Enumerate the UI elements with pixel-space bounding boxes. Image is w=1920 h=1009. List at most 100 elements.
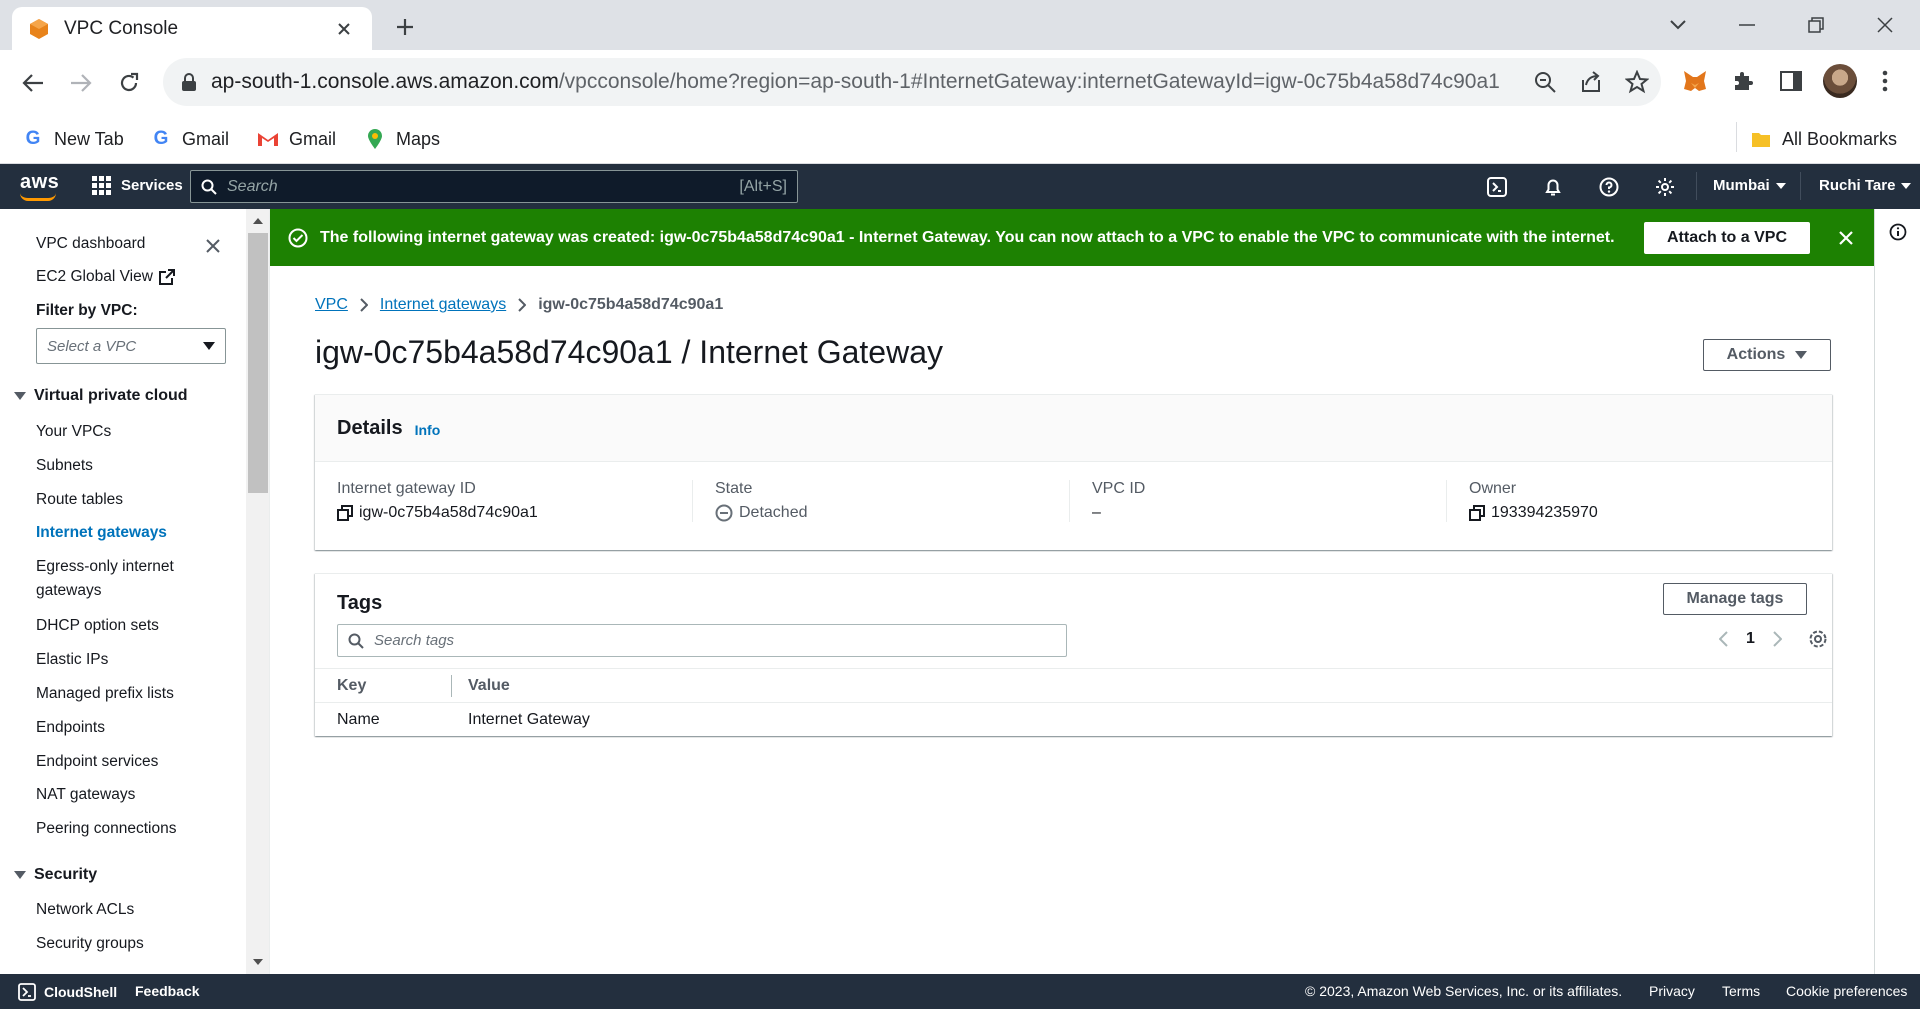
- copy-icon[interactable]: [1469, 505, 1485, 521]
- forward-icon[interactable]: [66, 68, 96, 98]
- sidebar-item-ec2-global-view[interactable]: EC2 Global View: [36, 268, 175, 286]
- browser-toolbar: ap-south-1.console.aws.amazon.com/vpccon…: [0, 50, 1920, 114]
- sidebar-item-your-vpcs[interactable]: Your VPCs: [36, 423, 111, 441]
- tags-panel: Tags Manage tags Search tags 1 Key Value…: [315, 573, 1832, 736]
- scroll-up-icon[interactable]: [252, 216, 264, 226]
- cloudshell-icon[interactable]: [1485, 175, 1509, 199]
- table-row: Name Internet Gateway: [315, 703, 1832, 737]
- column-header-key[interactable]: Key: [315, 677, 451, 695]
- cloudshell-button[interactable]: CloudShell: [18, 983, 117, 1001]
- sidebar-item-peering-connections[interactable]: Peering connections: [36, 820, 176, 838]
- bookmarks-separator: [1736, 122, 1737, 152]
- aws-search-input[interactable]: Search [Alt+S]: [190, 170, 798, 203]
- reload-icon[interactable]: [114, 68, 144, 98]
- bookmark-new-tab[interactable]: G New Tab: [22, 124, 124, 154]
- gear-icon[interactable]: [1808, 629, 1828, 649]
- back-icon[interactable]: [18, 68, 48, 98]
- sidebar-item-elastic-ips[interactable]: Elastic IPs: [36, 651, 108, 669]
- settings-gear-icon[interactable]: [1653, 175, 1677, 199]
- tab-search-chevron-icon[interactable]: [1658, 10, 1698, 40]
- sidebar-item-security-groups[interactable]: Security groups: [36, 935, 144, 953]
- sidebar-item-subnets[interactable]: Subnets: [36, 457, 93, 475]
- close-icon[interactable]: [202, 235, 224, 257]
- terms-link[interactable]: Terms: [1722, 983, 1760, 999]
- aws-logo[interactable]: aws: [20, 171, 59, 201]
- scrollbar-thumb[interactable]: [248, 233, 268, 493]
- breadcrumb-internet-gateways[interactable]: Internet gateways: [380, 296, 506, 314]
- search-icon: [348, 633, 364, 649]
- minimize-icon[interactable]: [1727, 10, 1767, 40]
- close-icon[interactable]: [1836, 228, 1856, 248]
- external-link-icon: [158, 269, 175, 285]
- notifications-bell-icon[interactable]: [1541, 175, 1565, 199]
- sidebar-item-managed-prefix-lists[interactable]: Managed prefix lists: [36, 685, 174, 703]
- sidebar-item-route-tables[interactable]: Route tables: [36, 491, 123, 509]
- tag-key-cell: Name: [337, 711, 380, 728]
- bookmark-gmail[interactable]: Gmail: [257, 124, 336, 154]
- sidebar-item-network-acls[interactable]: Network ACLs: [36, 901, 134, 919]
- chevron-right-icon: [360, 298, 368, 312]
- caret-down-icon: [203, 342, 215, 350]
- restore-icon[interactable]: [1796, 10, 1836, 40]
- aws-console-footer: CloudShell Feedback © 2023, Amazon Web S…: [0, 974, 1920, 1009]
- side-panel-icon[interactable]: [1776, 66, 1806, 96]
- info-link[interactable]: Info: [415, 422, 441, 438]
- bookmark-gmail-google[interactable]: G Gmail: [150, 124, 229, 154]
- page-number[interactable]: 1: [1746, 630, 1755, 648]
- bookmark-maps[interactable]: Maps: [364, 124, 440, 154]
- tab-close-icon[interactable]: [332, 17, 356, 41]
- folder-icon: [1750, 128, 1772, 150]
- sidebar-item-endpoints[interactable]: Endpoints: [36, 719, 105, 737]
- chevron-left-icon[interactable]: [1719, 631, 1728, 647]
- details-panel: Details Info Internet gateway ID igw-0c7…: [315, 394, 1832, 550]
- privacy-link[interactable]: Privacy: [1649, 983, 1695, 999]
- region-selector[interactable]: Mumbai: [1713, 177, 1786, 194]
- account-menu[interactable]: Ruchi Tare: [1819, 177, 1912, 194]
- metamask-extension-icon[interactable]: [1680, 66, 1710, 96]
- browser-menu-icon[interactable]: [1870, 66, 1900, 96]
- sidebar-scrollbar[interactable]: [246, 209, 270, 974]
- breadcrumb-vpc[interactable]: VPC: [315, 296, 348, 314]
- cookie-preferences-link[interactable]: Cookie preferences: [1786, 983, 1907, 999]
- details-title: Details: [337, 416, 403, 439]
- zoom-icon[interactable]: [1533, 70, 1557, 94]
- page-title: igw-0c75b4a58d74c90a1 / Internet Gateway: [315, 334, 943, 370]
- profile-avatar[interactable]: [1823, 64, 1857, 98]
- column-header-value[interactable]: Value: [468, 677, 510, 695]
- sidebar-item-internet-gateways[interactable]: Internet gateways: [36, 524, 167, 542]
- attach-to-vpc-button[interactable]: Attach to a VPC: [1643, 221, 1810, 254]
- table-header: Key Value: [315, 668, 1832, 703]
- star-icon[interactable]: [1625, 70, 1649, 94]
- info-icon[interactable]: [1889, 223, 1907, 241]
- sidebar-item-vpc-dashboard[interactable]: VPC dashboard: [36, 235, 145, 253]
- services-menu[interactable]: Services: [92, 176, 183, 195]
- column-resizer[interactable]: [451, 674, 452, 697]
- sidebar-item-nat-gateways[interactable]: NAT gateways: [36, 786, 135, 804]
- extensions-puzzle-icon[interactable]: [1728, 66, 1758, 96]
- breadcrumb: VPC Internet gateways igw-0c75b4a58d74c9…: [315, 296, 723, 314]
- sidebar-item-endpoint-services[interactable]: Endpoint services: [36, 753, 158, 771]
- actions-button[interactable]: Actions: [1703, 339, 1831, 371]
- cloudshell-icon: [18, 983, 36, 1001]
- sidebar-item-egress-only-internet-gateways[interactable]: Egress-only internet gateways: [36, 558, 174, 600]
- sidebar-item-dhcp-option-sets[interactable]: DHCP option sets: [36, 617, 159, 635]
- tab-title: VPC Console: [64, 17, 179, 39]
- address-bar[interactable]: ap-south-1.console.aws.amazon.com/vpccon…: [163, 58, 1661, 106]
- help-icon[interactable]: [1597, 175, 1621, 199]
- search-tags-input[interactable]: Search tags: [337, 624, 1067, 657]
- section-virtual-private-cloud[interactable]: Virtual private cloud: [14, 387, 188, 405]
- chevron-right-icon[interactable]: [1773, 631, 1782, 647]
- scroll-down-icon[interactable]: [252, 957, 264, 967]
- vpc-filter-select[interactable]: Select a VPC: [36, 328, 226, 364]
- feedback-link[interactable]: Feedback: [135, 983, 200, 999]
- status-stopped-icon: [715, 504, 733, 522]
- browser-tab[interactable]: VPC Console: [12, 7, 372, 50]
- caret-down-icon: [1901, 182, 1912, 189]
- share-icon[interactable]: [1579, 70, 1603, 94]
- close-window-icon[interactable]: [1865, 10, 1905, 40]
- copy-icon[interactable]: [337, 505, 353, 521]
- new-tab-icon[interactable]: [390, 12, 420, 42]
- all-bookmarks[interactable]: All Bookmarks: [1750, 124, 1897, 154]
- manage-tags-button[interactable]: Manage tags: [1663, 583, 1807, 615]
- section-security[interactable]: Security: [14, 866, 97, 884]
